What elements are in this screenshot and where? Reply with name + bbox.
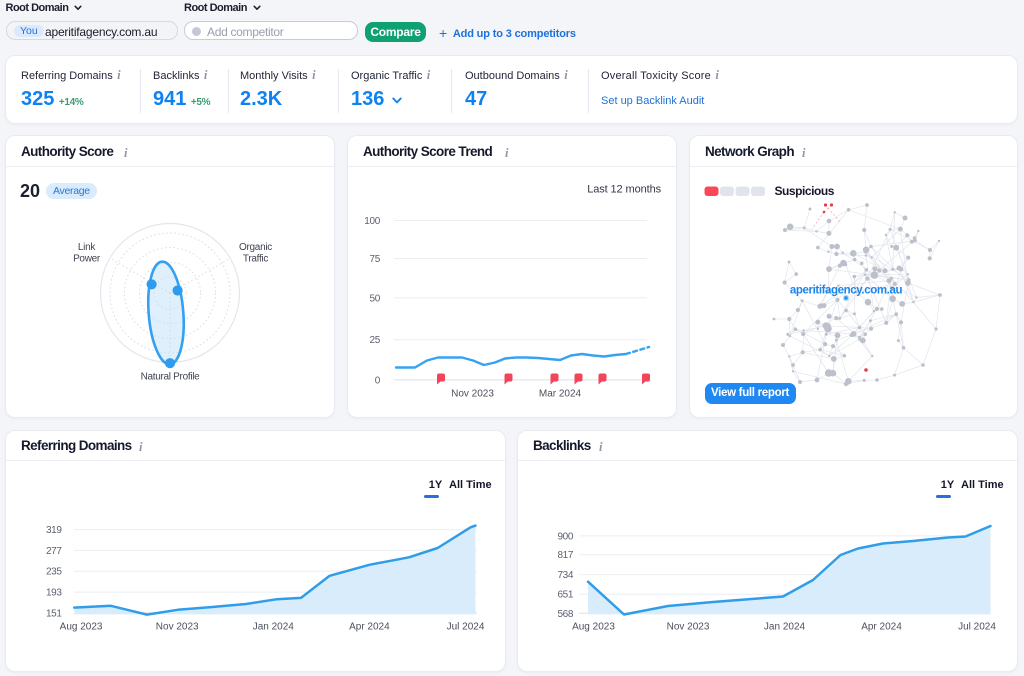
svg-text:25: 25 xyxy=(369,335,380,346)
svg-text:Jan 2024: Jan 2024 xyxy=(764,622,806,633)
svg-text:Jul 2024: Jul 2024 xyxy=(447,622,485,633)
svg-text:50: 50 xyxy=(369,293,380,304)
svg-text:277: 277 xyxy=(46,546,62,557)
svg-text:75: 75 xyxy=(369,254,380,265)
svg-text:100: 100 xyxy=(364,216,381,227)
svg-text:Mar 2024: Mar 2024 xyxy=(539,389,582,400)
svg-text:319: 319 xyxy=(46,525,62,536)
svg-text:900: 900 xyxy=(558,531,574,542)
svg-text:817: 817 xyxy=(558,550,574,561)
svg-text:aperitifagency.com.au: aperitifagency.com.au xyxy=(790,285,903,297)
svg-text:651: 651 xyxy=(558,590,574,601)
svg-text:Jul 2024: Jul 2024 xyxy=(958,622,996,633)
svg-text:734: 734 xyxy=(558,570,574,581)
svg-text:Link: Link xyxy=(78,242,96,253)
svg-text:Aug 2023: Aug 2023 xyxy=(60,622,103,633)
svg-text:Natural Profile: Natural Profile xyxy=(141,372,201,383)
svg-text:151: 151 xyxy=(46,608,62,619)
svg-text:Suspicious: Suspicious xyxy=(775,184,835,198)
svg-text:235: 235 xyxy=(46,567,62,578)
svg-text:Organic: Organic xyxy=(239,242,272,253)
svg-text:Jan 2024: Jan 2024 xyxy=(253,622,295,633)
svg-text:Traffic: Traffic xyxy=(243,254,268,265)
svg-text:Aug 2023: Aug 2023 xyxy=(572,622,615,633)
svg-text:Apr 2024: Apr 2024 xyxy=(861,622,902,633)
svg-text:568: 568 xyxy=(558,609,574,620)
svg-text:Last 12 months: Last 12 months xyxy=(587,184,661,196)
svg-text:Nov 2023: Nov 2023 xyxy=(156,622,199,633)
svg-text:Nov 2023: Nov 2023 xyxy=(451,389,494,400)
svg-text:Apr 2024: Apr 2024 xyxy=(349,622,390,633)
svg-text:193: 193 xyxy=(46,588,62,599)
svg-text:Nov 2023: Nov 2023 xyxy=(667,622,710,633)
svg-text:Power: Power xyxy=(73,254,101,265)
svg-text:0: 0 xyxy=(375,375,381,386)
